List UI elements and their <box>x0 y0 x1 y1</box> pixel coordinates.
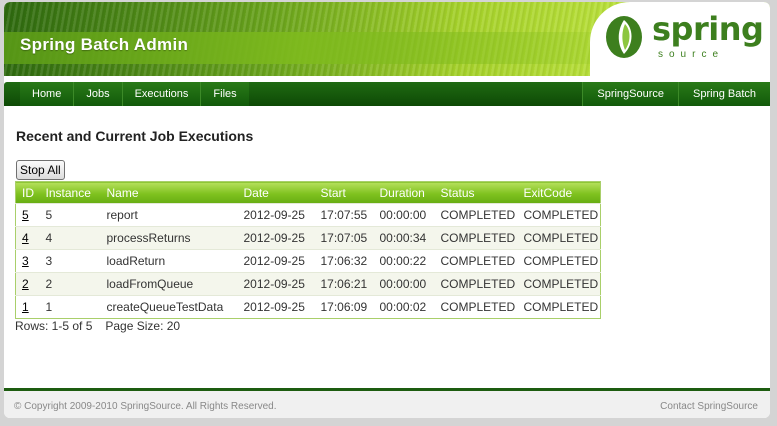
column-header-id: ID <box>15 181 40 204</box>
nav-left: Home Jobs Executions Files <box>20 82 249 106</box>
cell-id: 2 <box>15 272 40 296</box>
cell-status: COMPLETED <box>434 272 518 296</box>
cell-duration: 00:00:00 <box>373 203 435 227</box>
column-header-name: Name <box>100 181 238 204</box>
header-banner: Spring Batch Admin spring source <box>4 2 770 76</box>
cell-instance: 4 <box>39 226 101 250</box>
cell-id: 5 <box>15 203 40 227</box>
nav-item-springsource[interactable]: SpringSource <box>582 82 679 106</box>
stop-all-button[interactable]: Stop All <box>16 160 65 180</box>
cell-status: COMPLETED <box>434 249 518 273</box>
logo-sub: source <box>658 49 725 60</box>
cell-instance: 1 <box>39 295 101 319</box>
table-row: 3 3 loadReturn 2012-09-25 17:06:32 00:00… <box>15 249 601 273</box>
cell-name: loadReturn <box>100 249 238 273</box>
app-title: Spring Batch Admin <box>20 35 189 54</box>
cell-name: loadFromQueue <box>100 272 238 296</box>
cell-instance: 5 <box>39 203 101 227</box>
copyright-text: © Copyright 2009-2010 SpringSource. All … <box>14 401 277 412</box>
cell-exitcode: COMPLETED <box>517 203 601 227</box>
cell-start: 17:06:09 <box>314 295 374 319</box>
pager: Rows: 1-5 of 5 Page Size: 20 <box>15 319 180 333</box>
rows-count: Rows: 1-5 of 5 <box>15 319 93 333</box>
cell-exitcode: COMPLETED <box>517 249 601 273</box>
cell-start: 17:06:32 <box>314 249 374 273</box>
cell-date: 2012-09-25 <box>237 249 315 273</box>
cell-name: report <box>100 203 238 227</box>
execution-id-link[interactable]: 2 <box>22 277 29 291</box>
logo-word: spring <box>652 10 764 48</box>
cell-instance: 2 <box>39 272 101 296</box>
nav-item-spring-batch[interactable]: Spring Batch <box>678 82 770 106</box>
cell-name: processReturns <box>100 226 238 250</box>
nav-item-files[interactable]: Files <box>200 82 249 106</box>
nav-right: SpringSource Spring Batch <box>582 82 770 106</box>
nav-item-executions[interactable]: Executions <box>121 82 201 106</box>
cell-id: 3 <box>15 249 40 273</box>
cell-duration: 00:00:00 <box>373 272 435 296</box>
page-size: Page Size: 20 <box>105 319 181 333</box>
table-header-row: ID Instance Name Date Start Duration Sta… <box>15 181 601 204</box>
cell-date: 2012-09-25 <box>237 295 315 319</box>
execution-id-link[interactable]: 4 <box>22 231 29 245</box>
springsource-logo[interactable]: spring source <box>590 2 770 76</box>
column-header-instance: Instance <box>39 181 101 204</box>
cell-exitcode: COMPLETED <box>517 272 601 296</box>
springsource-leaf-logo-icon <box>606 16 642 58</box>
cell-exitcode: COMPLETED <box>517 295 601 319</box>
footer: © Copyright 2009-2010 SpringSource. All … <box>4 391 770 418</box>
cell-status: COMPLETED <box>434 226 518 250</box>
cell-date: 2012-09-25 <box>237 272 315 296</box>
cell-duration: 00:00:02 <box>373 295 435 319</box>
cell-date: 2012-09-25 <box>237 226 315 250</box>
column-header-date: Date <box>237 181 315 204</box>
nav-bar: Home Jobs Executions Files SpringSource … <box>4 82 770 106</box>
cell-status: COMPLETED <box>434 203 518 227</box>
nav-item-jobs[interactable]: Jobs <box>73 82 122 106</box>
cell-start: 17:07:05 <box>314 226 374 250</box>
job-executions-table: ID Instance Name Date Start Duration Sta… <box>15 181 601 319</box>
cell-id: 1 <box>15 295 40 319</box>
column-header-start: Start <box>314 181 374 204</box>
execution-id-link[interactable]: 1 <box>22 300 29 314</box>
table-row: 5 5 report 2012-09-25 17:07:55 00:00:00 … <box>15 203 601 227</box>
cell-exitcode: COMPLETED <box>517 226 601 250</box>
cell-start: 17:06:21 <box>314 272 374 296</box>
cell-id: 4 <box>15 226 40 250</box>
page-title: Recent and Current Job Executions <box>16 128 254 144</box>
cell-start: 17:07:55 <box>314 203 374 227</box>
column-header-exitcode: ExitCode <box>517 181 601 204</box>
execution-id-link[interactable]: 3 <box>22 254 29 268</box>
cell-duration: 00:00:34 <box>373 226 435 250</box>
cell-instance: 3 <box>39 249 101 273</box>
cell-duration: 00:00:22 <box>373 249 435 273</box>
nav-item-home[interactable]: Home <box>20 82 74 106</box>
page: Spring Batch Admin spring source Home Jo… <box>4 2 770 418</box>
column-header-status: Status <box>434 181 518 204</box>
cell-status: COMPLETED <box>434 295 518 319</box>
contact-link[interactable]: Contact SpringSource <box>660 401 758 412</box>
column-header-duration: Duration <box>373 181 435 204</box>
table-row: 4 4 processReturns 2012-09-25 17:07:05 0… <box>15 226 601 250</box>
execution-id-link[interactable]: 5 <box>22 208 29 222</box>
cell-date: 2012-09-25 <box>237 203 315 227</box>
table-row: 1 1 createQueueTestData 2012-09-25 17:06… <box>15 295 601 319</box>
cell-name: createQueueTestData <box>100 295 238 319</box>
table-row: 2 2 loadFromQueue 2012-09-25 17:06:21 00… <box>15 272 601 296</box>
